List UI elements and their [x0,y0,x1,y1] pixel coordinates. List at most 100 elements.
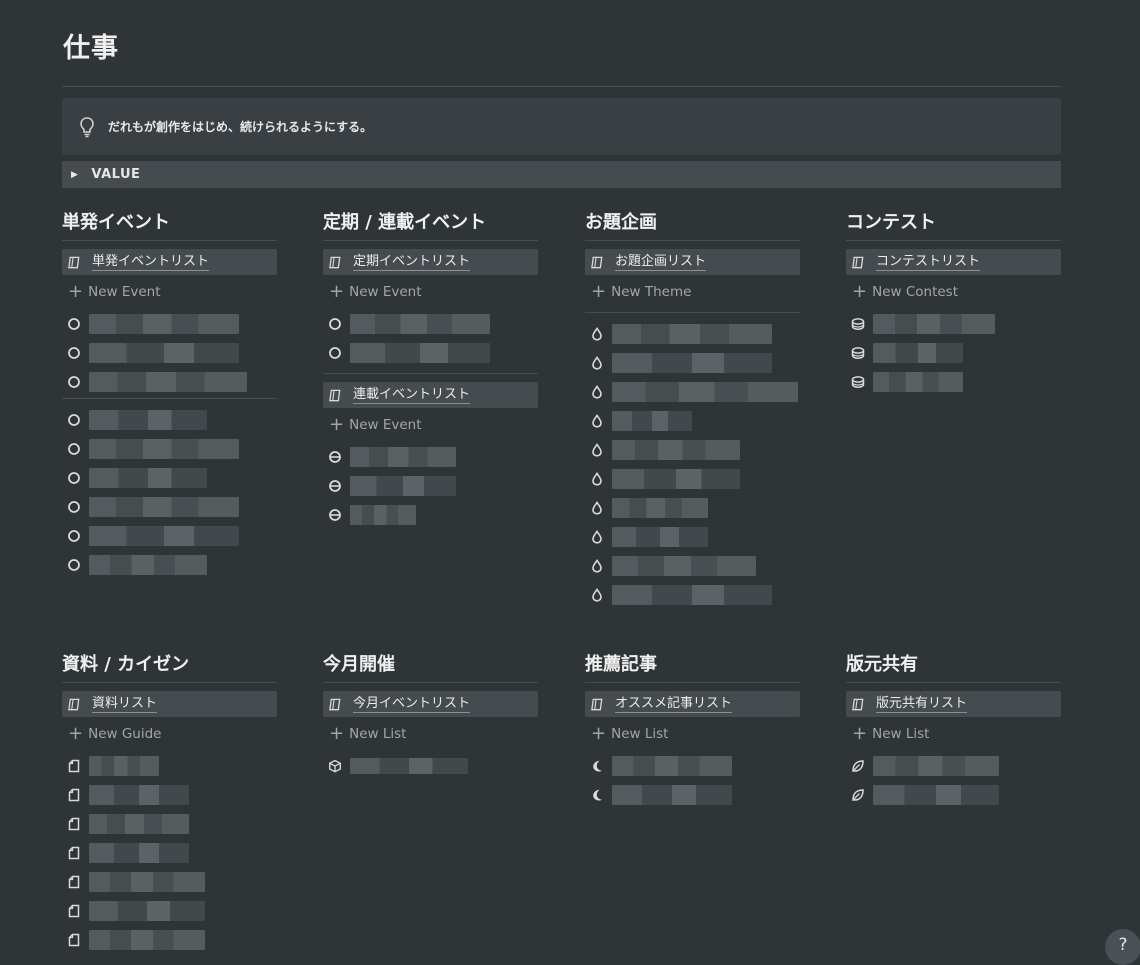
list-item[interactable] [62,367,277,396]
divider [585,240,800,241]
new-list-button[interactable]: + New List [585,717,800,751]
document-icon [67,904,81,918]
list-item[interactable] [585,780,800,809]
redacted-title [350,757,468,774]
list-item[interactable] [585,435,800,464]
new-event-button[interactable]: + New Event [323,408,538,442]
redacted-title [612,352,772,373]
database-title[interactable]: 版元共有リスト [876,696,968,713]
droplet-icon [590,501,604,515]
book-icon [328,388,343,403]
circle-outline-icon [67,375,81,389]
help-button[interactable]: ? [1105,929,1140,965]
list-item[interactable] [62,780,277,809]
list-item[interactable] [62,550,277,579]
new-event-button[interactable]: + New Event [323,275,538,309]
database-title[interactable]: オススメ記事リスト [615,696,733,713]
list-item[interactable] [585,751,800,780]
list-item[interactable] [846,780,1061,809]
redacted-title [612,497,708,518]
database-title[interactable]: 今月イベントリスト [353,696,471,713]
list-item[interactable] [846,338,1061,367]
list-item[interactable] [62,338,277,367]
new-list-button[interactable]: + New List [846,717,1061,751]
list-item[interactable] [62,867,277,896]
new-event-button[interactable]: + New Event [62,275,277,309]
page-title: 仕事 [63,33,119,64]
redacted-title [612,784,732,805]
column-heading: 版元共有 [846,654,918,675]
list-item[interactable] [846,309,1061,338]
database-title[interactable]: 資料リスト [92,696,158,713]
list-item[interactable] [585,580,800,609]
database-title[interactable]: お題企画リスト [615,254,707,271]
database-header[interactable]: 単発イベントリスト [62,249,277,275]
list-item[interactable] [323,442,538,471]
list-item[interactable] [62,463,277,492]
moon-icon [590,759,604,773]
new-guide-button[interactable]: + New Guide [62,717,277,751]
list-item[interactable] [585,493,800,522]
list-item[interactable] [585,377,800,406]
list-item[interactable] [585,319,800,348]
database-header[interactable]: コンテストリスト [846,249,1061,275]
list-item[interactable] [585,522,800,551]
coin-stack-icon [851,317,865,331]
circle-outline-icon [67,529,81,543]
list-item[interactable] [62,896,277,925]
value-toggle[interactable]: ▶ VALUE [62,161,1061,188]
book-icon [67,255,82,270]
book-icon [67,697,82,712]
list-item[interactable] [846,367,1061,396]
list-item[interactable] [62,405,277,434]
redacted-title [873,755,999,776]
list-item[interactable] [323,471,538,500]
list-item[interactable] [323,338,538,367]
list-item[interactable] [585,406,800,435]
database-title[interactable]: 単発イベントリスト [92,254,210,271]
column-heading: コンテスト [846,212,936,233]
list-item[interactable] [62,521,277,550]
list-item[interactable] [62,925,277,954]
toggle-label: VALUE [91,167,141,182]
database-header[interactable]: 資料リスト [62,691,277,717]
new-list-button[interactable]: + New List [323,717,538,751]
database-header[interactable]: 今月イベントリスト [323,691,538,717]
list-item[interactable] [585,348,800,377]
redacted-title [612,381,798,402]
book-icon [328,697,343,712]
database-header[interactable]: 連載イベントリスト [323,382,538,408]
database-title[interactable]: コンテストリスト [876,254,981,271]
title-divider [62,86,1061,87]
list-item[interactable] [323,500,538,529]
triangle-right-icon: ▶ [71,169,79,180]
new-theme-button[interactable]: + New Theme [585,275,800,309]
list-item[interactable] [62,434,277,463]
database-title[interactable]: 定期イベントリスト [353,254,471,271]
database-header[interactable]: お題企画リスト [585,249,800,275]
redacted-title [873,371,963,392]
list-item[interactable] [62,309,277,338]
leaf-icon [851,759,865,773]
list-item[interactable] [846,751,1061,780]
list-item[interactable] [62,838,277,867]
list-item[interactable] [585,551,800,580]
list-item[interactable] [585,464,800,493]
list-item[interactable] [62,492,277,521]
database-header[interactable]: オススメ記事リスト [585,691,800,717]
new-contest-button[interactable]: + New Contest [846,275,1061,309]
list-item[interactable] [323,751,538,780]
list-item[interactable] [62,809,277,838]
half-circle-icon [328,508,342,522]
half-circle-icon [328,450,342,464]
database-header[interactable]: 版元共有リスト [846,691,1061,717]
redacted-title [89,755,159,776]
circle-outline-icon [328,317,342,331]
list-item[interactable] [323,309,538,338]
document-icon [67,759,81,773]
database-header[interactable]: 定期イベントリスト [323,249,538,275]
column-heading: お題企画 [585,212,657,233]
database-title[interactable]: 連載イベントリスト [353,387,471,404]
new-button-label: New List [611,726,669,742]
list-item[interactable] [62,751,277,780]
